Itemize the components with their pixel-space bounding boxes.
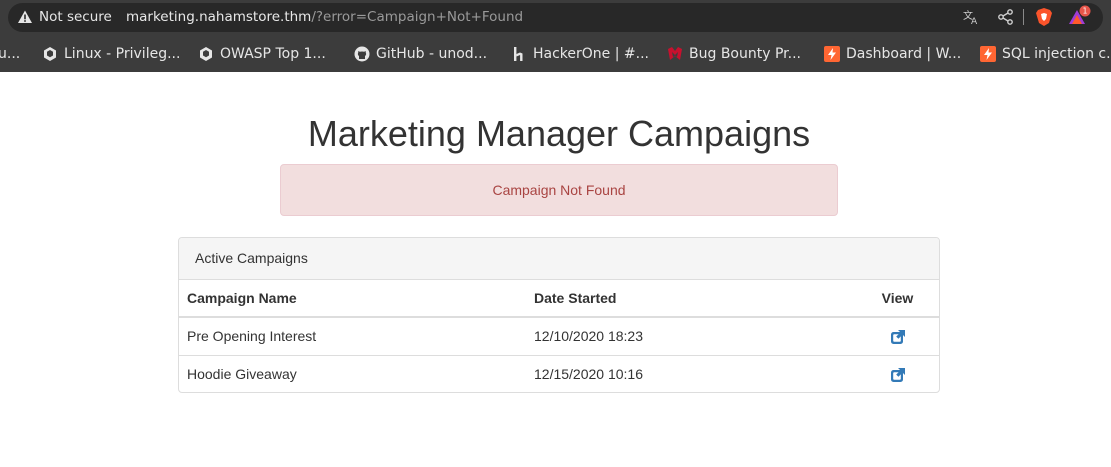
share-icon[interactable] <box>997 8 1015 26</box>
bugcrowd-icon <box>668 47 682 60</box>
bookmark-label: GitHub - unod... <box>376 46 488 62</box>
url-host: marketing.nahamstore.thm <box>126 9 312 25</box>
bookmark-item[interactable]: Linux - Privileg... <box>42 45 180 63</box>
github-icon <box>354 46 370 62</box>
external-link-icon[interactable] <box>890 367 906 383</box>
bookmark-label: HackerOne | #... <box>533 46 649 62</box>
bookmark-label: u... <box>0 46 21 62</box>
active-campaigns-panel: Active Campaigns Campaign Name Date Star… <box>178 237 940 393</box>
warning-icon <box>18 10 32 23</box>
bookmark-label: Bug Bounty Pr... <box>689 46 801 62</box>
campaign-name-cell: Hoodie Giveaway <box>187 366 297 383</box>
security-indicator[interactable]: Not secure <box>17 8 112 26</box>
hackthebox-icon <box>200 47 212 61</box>
portswigger-icon <box>824 46 840 62</box>
bookmark-item[interactable]: OWASP Top 1... <box>198 45 326 63</box>
table-row: Pre Opening Interest 12/10/2020 18:23 <box>179 317 939 356</box>
error-alert: Campaign Not Found <box>280 164 838 216</box>
bookmarks-bar: u... Linux - Privileg... OWASP Top 1... … <box>0 36 1111 72</box>
translate-icon[interactable]: 文 A <box>962 8 980 26</box>
portswigger-icon <box>980 46 996 62</box>
campaigns-table: Campaign Name Date Started View Pre Open… <box>179 280 939 393</box>
bookmark-label: Linux - Privileg... <box>64 46 181 62</box>
bookmark-label: SQL injection c... <box>1002 46 1111 62</box>
rewards-badge: 1 <box>1083 7 1088 16</box>
brave-rewards-icon[interactable]: 1 <box>1066 5 1092 27</box>
url-text[interactable]: marketing.nahamstore.thm/?error=Campaign… <box>126 9 523 25</box>
view-cell <box>856 317 939 356</box>
date-started-cell: 12/15/2020 10:16 <box>534 366 643 383</box>
brave-shields-icon[interactable] <box>1034 7 1054 27</box>
bookmark-item[interactable]: Dashboard | W... <box>824 45 961 63</box>
bookmark-label: Dashboard | W... <box>846 46 962 62</box>
bookmark-item[interactable]: GitHub - unod... <box>354 45 487 63</box>
bookmark-item[interactable]: SQL injection c... <box>980 45 1111 63</box>
page-title: Marketing Manager Campaigns <box>307 113 811 154</box>
hackerone-icon <box>514 47 523 61</box>
bookmark-item[interactable]: u... <box>0 45 20 63</box>
bookmark-label: OWASP Top 1... <box>220 46 326 62</box>
svg-text:A: A <box>971 17 978 26</box>
toolbar-divider <box>1023 9 1024 25</box>
table-header-row: Campaign Name Date Started View <box>179 280 939 318</box>
table-row: Hoodie Giveaway 12/15/2020 10:16 <box>179 355 939 393</box>
campaign-name-cell: Pre Opening Interest <box>179 317 526 356</box>
panel-heading: Active Campaigns <box>179 238 939 280</box>
column-header-campaign-name: Campaign Name <box>179 280 526 318</box>
url-path: /?error=Campaign+Not+Found <box>311 9 524 25</box>
hackthebox-icon <box>44 47 56 61</box>
security-label: Not secure <box>39 9 112 25</box>
bookmark-item[interactable]: HackerOne | #... <box>511 45 649 63</box>
browser-toolbar: Not secure marketing.nahamstore.thm/?err… <box>0 0 1111 36</box>
external-link-icon[interactable] <box>890 329 906 345</box>
date-started-cell: 12/10/2020 18:23 <box>526 317 856 356</box>
column-header-date-started: Date Started <box>526 280 856 318</box>
column-header-view: View <box>856 280 939 318</box>
view-cell <box>856 355 939 393</box>
bookmark-item[interactable]: Bug Bounty Pr... <box>667 45 801 63</box>
